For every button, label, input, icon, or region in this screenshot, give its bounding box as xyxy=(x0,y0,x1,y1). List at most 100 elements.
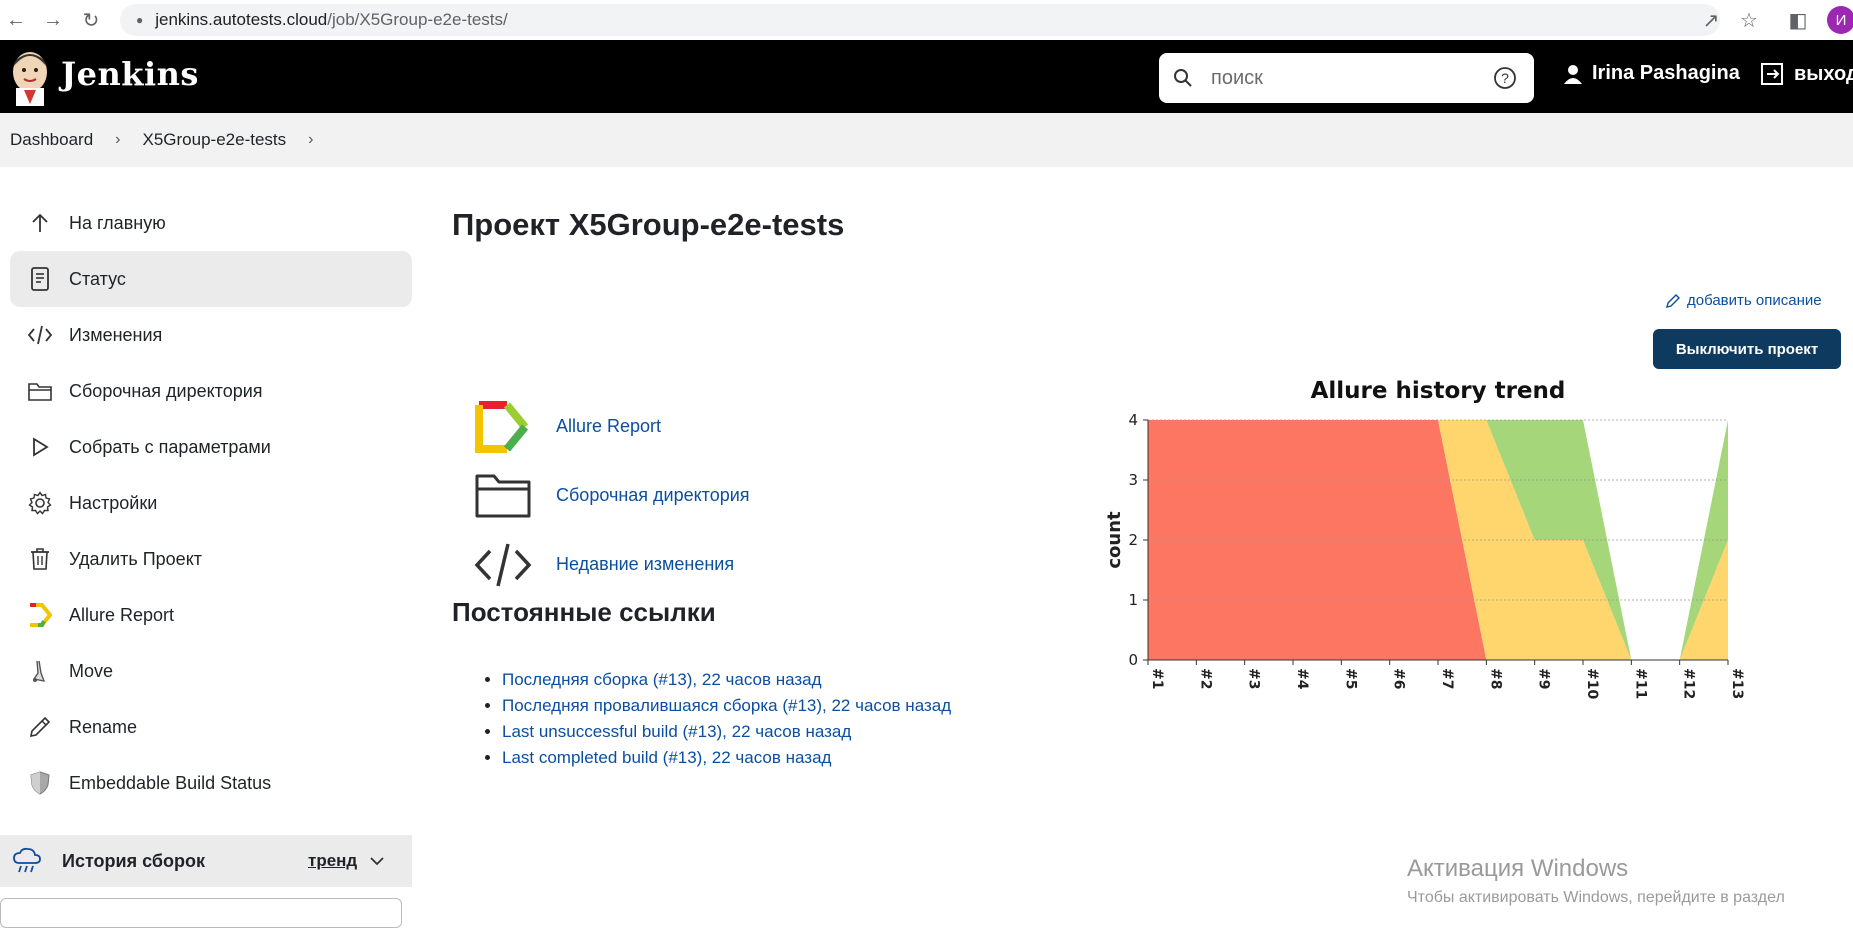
breadcrumb: Dashboard › X5Group-e2e-tests › xyxy=(0,113,1853,167)
jenkins-logo-icon[interactable] xyxy=(10,48,50,106)
chart-y-tick-label: 4 xyxy=(1128,411,1138,429)
search-icon xyxy=(1174,69,1192,87)
sidebar-item-rename[interactable]: Rename xyxy=(10,699,412,755)
chart-x-tick-label: #2 xyxy=(1197,668,1213,689)
recent-changes-link[interactable]: Недавние изменения xyxy=(556,554,734,575)
reload-icon[interactable]: ↻ xyxy=(80,9,102,32)
sidebar-item-allure-report[interactable]: Allure Report xyxy=(10,587,412,643)
back-icon[interactable]: ← xyxy=(5,9,27,31)
chart-title: Allure history trend xyxy=(1311,378,1566,404)
allure-icon[interactable] xyxy=(472,399,534,455)
build-history-panel: История сборок тренд xyxy=(0,835,412,887)
chevron-down-icon[interactable] xyxy=(370,856,384,866)
chart-x-tick-label: #5 xyxy=(1342,668,1358,689)
sidebar-item-workspace[interactable]: Сборочная директория xyxy=(10,363,412,419)
arrow-up-icon xyxy=(27,210,53,236)
sidebar-item-delete[interactable]: Удалить Проект xyxy=(10,531,412,587)
chevron-right-icon[interactable]: › xyxy=(308,131,313,149)
build-history-filter-input[interactable] xyxy=(0,898,402,928)
logout-button[interactable]: выход xyxy=(1760,62,1853,86)
pencil-icon xyxy=(27,714,53,740)
link-allure-report: Allure Report xyxy=(472,392,750,461)
permalink-item[interactable]: Last unsuccessful build (#13), 22 часов … xyxy=(502,719,951,745)
sidebar-item-label: Настройки xyxy=(69,492,158,513)
disable-project-button[interactable]: Выключить проект xyxy=(1653,329,1841,369)
allure-icon xyxy=(27,602,53,628)
trend-chart-svg: Allure history trend 0 1 2 3 4 #1 #2 #3 #4 #5 #6 #7 #… xyxy=(1104,378,1745,699)
chart-y-tick-label: 2 xyxy=(1128,531,1138,549)
sidebar-item-label: Allure Report xyxy=(69,604,175,625)
breadcrumb-job[interactable]: X5Group-e2e-tests xyxy=(143,130,287,150)
url-path: /job/X5Group-e2e-tests/ xyxy=(327,10,508,29)
sidebar-item-label: На главную xyxy=(69,212,166,233)
profile-avatar[interactable]: И xyxy=(1827,6,1853,34)
trend-link[interactable]: тренд xyxy=(308,851,357,871)
share-icon[interactable]: ↗ xyxy=(1700,9,1722,32)
folder-icon[interactable] xyxy=(472,468,534,524)
page-title: Проект X5Group-e2e-tests xyxy=(452,207,845,242)
logout-icon xyxy=(1761,63,1783,85)
chart-x-tick-label: #4 xyxy=(1294,668,1310,690)
chart-x-tick-label: #13 xyxy=(1729,668,1745,699)
svg-text:?: ? xyxy=(1501,70,1509,86)
document-icon xyxy=(27,266,53,292)
lock-icon: ● xyxy=(136,13,144,27)
chart-x-tick-label: #12 xyxy=(1681,668,1697,699)
link-recent-changes: Недавние изменения xyxy=(472,530,750,599)
sidebar-item-changes[interactable]: Изменения xyxy=(10,307,412,363)
sidebar-item-label: Move xyxy=(69,660,114,681)
chart-y-tick-label: 1 xyxy=(1128,591,1138,609)
sidebar-item-label: Собрать с параметрами xyxy=(69,436,271,457)
sidebar-item-build-status[interactable]: Embeddable Build Status xyxy=(10,755,412,811)
sidebar-item-home[interactable]: На главную xyxy=(10,195,412,251)
chart-x-tick-label: #7 xyxy=(1439,668,1455,689)
browser-toolbar: ← → ↻ ● jenkins.autotests.cloud/job/X5Gr… xyxy=(0,0,1853,40)
search-input[interactable] xyxy=(1211,66,1471,90)
jenkins-header: Jenkins ? Irina Pashagina выход xyxy=(0,40,1853,113)
permalink-item[interactable]: Последняя провалившаяся сборка (#13), 22… xyxy=(502,693,951,719)
help-icon[interactable]: ? xyxy=(1493,66,1517,90)
sidebar-item-build-with-params[interactable]: Собрать с параметрами xyxy=(10,419,412,475)
chart-x-tick-label: #11 xyxy=(1632,668,1648,699)
user-menu[interactable]: Irina Pashagina xyxy=(1562,62,1740,85)
trash-icon xyxy=(27,546,53,572)
code-icon[interactable] xyxy=(472,537,534,593)
breadcrumb-dashboard[interactable]: Dashboard xyxy=(10,130,93,150)
workspace-link[interactable]: Сборочная директория xyxy=(556,485,750,506)
allure-report-link[interactable]: Allure Report xyxy=(556,416,661,437)
move-icon xyxy=(27,658,53,684)
star-icon[interactable]: ☆ xyxy=(1738,9,1760,32)
address-bar[interactable]: ● jenkins.autotests.cloud/job/X5Group-e2… xyxy=(120,4,1720,36)
add-description-link[interactable]: добавить описание xyxy=(1665,292,1822,309)
logout-label: выход xyxy=(1794,62,1853,85)
sidebar: На главную Статус Изменения Сборочная ди… xyxy=(10,195,412,811)
sidebar-item-label: Изменения xyxy=(69,324,163,345)
forward-icon[interactable]: → xyxy=(42,9,64,31)
chart-y-tick-label: 3 xyxy=(1128,471,1138,489)
sidebar-item-settings[interactable]: Настройки xyxy=(10,475,412,531)
chart-y-axis-label: count xyxy=(1104,511,1125,569)
chevron-right-icon[interactable]: › xyxy=(115,131,120,149)
link-workspace: Сборочная директория xyxy=(472,461,750,530)
search-box: ? xyxy=(1159,53,1534,103)
chart-x-tick-label: #6 xyxy=(1391,668,1407,689)
permalink-item[interactable]: Последняя сборка (#13), 22 часов назад xyxy=(502,667,951,693)
sidebar-item-move[interactable]: Move xyxy=(10,643,412,699)
allure-trend-chart[interactable]: Allure history trend 0 1 2 3 4 #1 #2 #3 #4 #5 #6 #7 #… xyxy=(1098,365,1848,745)
sidepanel-icon[interactable]: ◧ xyxy=(1787,9,1809,32)
chart-y-tick-label: 0 xyxy=(1128,651,1138,669)
windows-activation-watermark: Активация Windows Чтобы активировать Win… xyxy=(1407,855,1785,907)
permalink-item[interactable]: Last completed build (#13), 22 часов наз… xyxy=(502,745,951,771)
chart-x-tick-label: #9 xyxy=(1536,668,1552,689)
sidebar-item-label: Удалить Проект xyxy=(69,548,203,569)
header-title[interactable]: Jenkins xyxy=(61,55,199,93)
user-name: Irina Pashagina xyxy=(1592,62,1740,84)
permalinks-list: Последняя сборка (#13), 22 часов назад П… xyxy=(502,667,951,771)
play-icon xyxy=(27,434,53,460)
folder-icon xyxy=(27,378,53,404)
sidebar-item-status[interactable]: Статус xyxy=(10,251,412,307)
chart-x-tick-label: #3 xyxy=(1246,668,1262,689)
chart-x-tick-label: #1 xyxy=(1149,668,1165,689)
sidebar-item-label: Статус xyxy=(69,268,126,289)
sidebar-item-label: Embeddable Build Status xyxy=(69,772,272,793)
